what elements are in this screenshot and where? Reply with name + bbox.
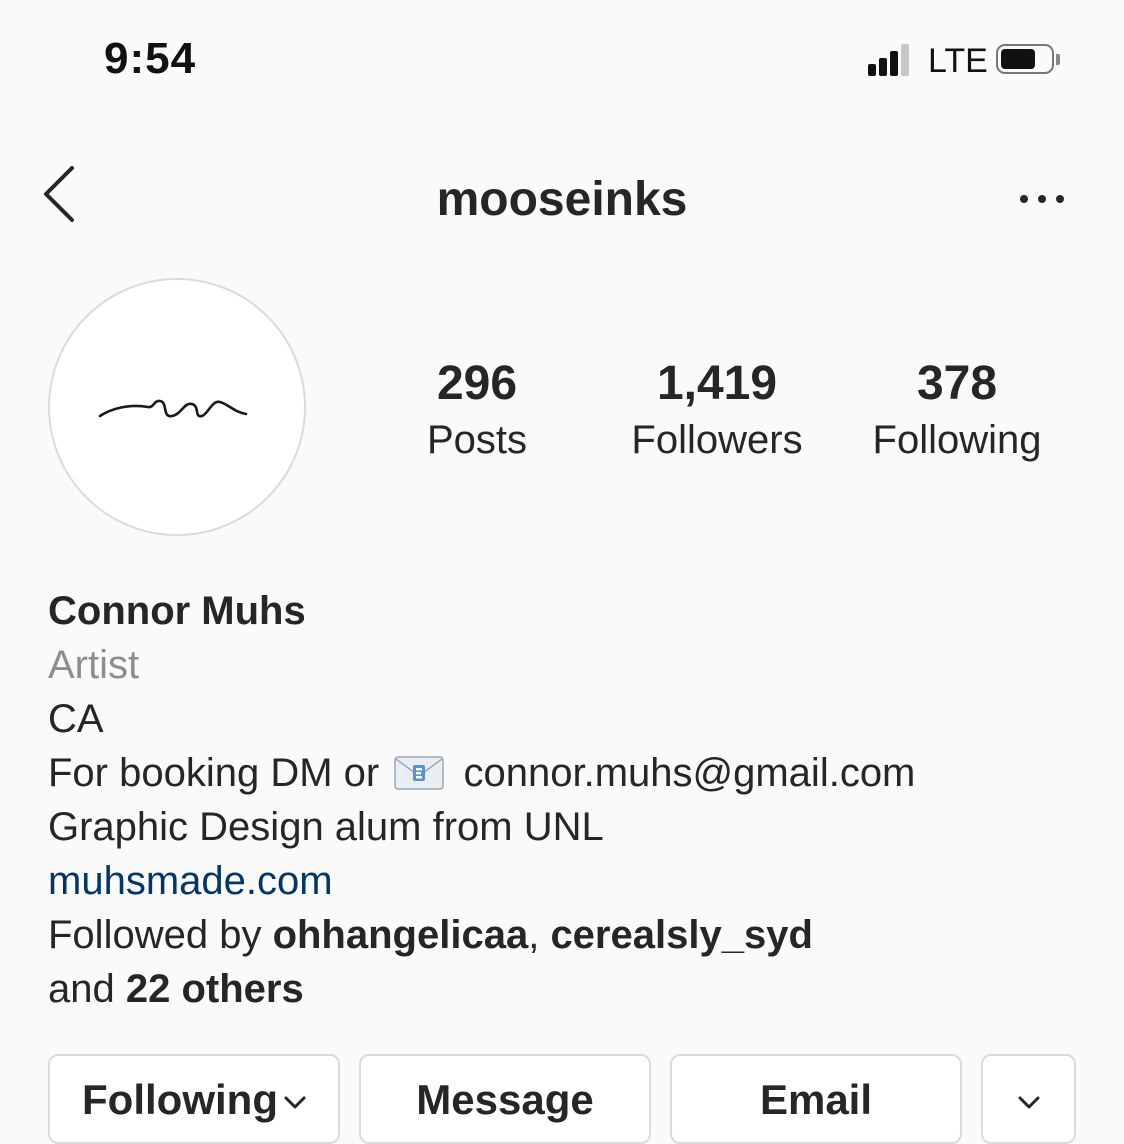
following-label: Following bbox=[872, 418, 1042, 462]
message-button[interactable]: Message bbox=[359, 1054, 651, 1144]
chevron-down-icon bbox=[1018, 1096, 1039, 1109]
followed-by-others-line[interactable]: and 22 others bbox=[48, 962, 1088, 1016]
profile-category: Artist bbox=[48, 643, 140, 687]
message-button-label: Message bbox=[416, 1076, 594, 1123]
bio-booking-line: For booking DM or connor.muhs@gmail.com bbox=[48, 746, 1088, 800]
followed-by-others: 22 others bbox=[125, 967, 304, 1011]
cellular-signal-icon bbox=[868, 44, 909, 76]
followers-label: Followers bbox=[631, 418, 803, 462]
followed-by-line[interactable]: Followed by ohhangelicaa, cerealsly_syd bbox=[48, 908, 1088, 962]
followers-value: 1,419 bbox=[656, 357, 778, 410]
followed-by-separator: , bbox=[528, 913, 540, 957]
following-value: 378 bbox=[916, 357, 998, 410]
posts-label: Posts bbox=[426, 418, 528, 462]
suggested-accounts-button[interactable] bbox=[981, 1054, 1076, 1144]
battery-icon bbox=[996, 44, 1060, 76]
bio-location: CA bbox=[48, 697, 104, 741]
profile-bio: Connor Muhs Artist CA For booking DM or … bbox=[48, 584, 1088, 1016]
followed-by-user-2: cerealsly_syd bbox=[550, 913, 813, 957]
following-count[interactable]: 378 Following bbox=[858, 354, 1056, 466]
email-button-label: Email bbox=[759, 1076, 873, 1123]
followed-by-user-1: ohhangelicaa bbox=[272, 913, 529, 957]
envelope-icon bbox=[394, 750, 445, 790]
profile-website-link[interactable]: muhsmade.com bbox=[48, 854, 1088, 908]
followed-by-and: and bbox=[48, 967, 115, 1011]
followers-count[interactable]: 1,419 Followers bbox=[612, 354, 822, 466]
profile-avatar[interactable] bbox=[48, 278, 306, 536]
bio-education: Graphic Design alum from UNL bbox=[48, 805, 604, 849]
following-button-label: Following bbox=[82, 1076, 278, 1123]
following-button[interactable]: Following bbox=[48, 1054, 340, 1144]
posts-value: 296 bbox=[436, 357, 518, 410]
bio-email-address: connor.muhs@gmail.com bbox=[463, 751, 916, 795]
followed-by-prefix: Followed by bbox=[48, 913, 262, 957]
posts-count[interactable]: 296 Posts bbox=[404, 354, 550, 466]
more-options-button[interactable] bbox=[1016, 184, 1068, 214]
network-type: LTE bbox=[928, 42, 988, 80]
chevron-down-icon bbox=[284, 1096, 306, 1109]
profile-full-name: Connor Muhs bbox=[48, 589, 306, 633]
profile-username: mooseinks bbox=[436, 173, 688, 226]
signature-logo-image bbox=[98, 399, 248, 418]
bio-booking-text: For booking DM or bbox=[48, 751, 380, 795]
email-button[interactable]: Email bbox=[670, 1054, 962, 1144]
status-time: 9:54 bbox=[104, 34, 197, 83]
